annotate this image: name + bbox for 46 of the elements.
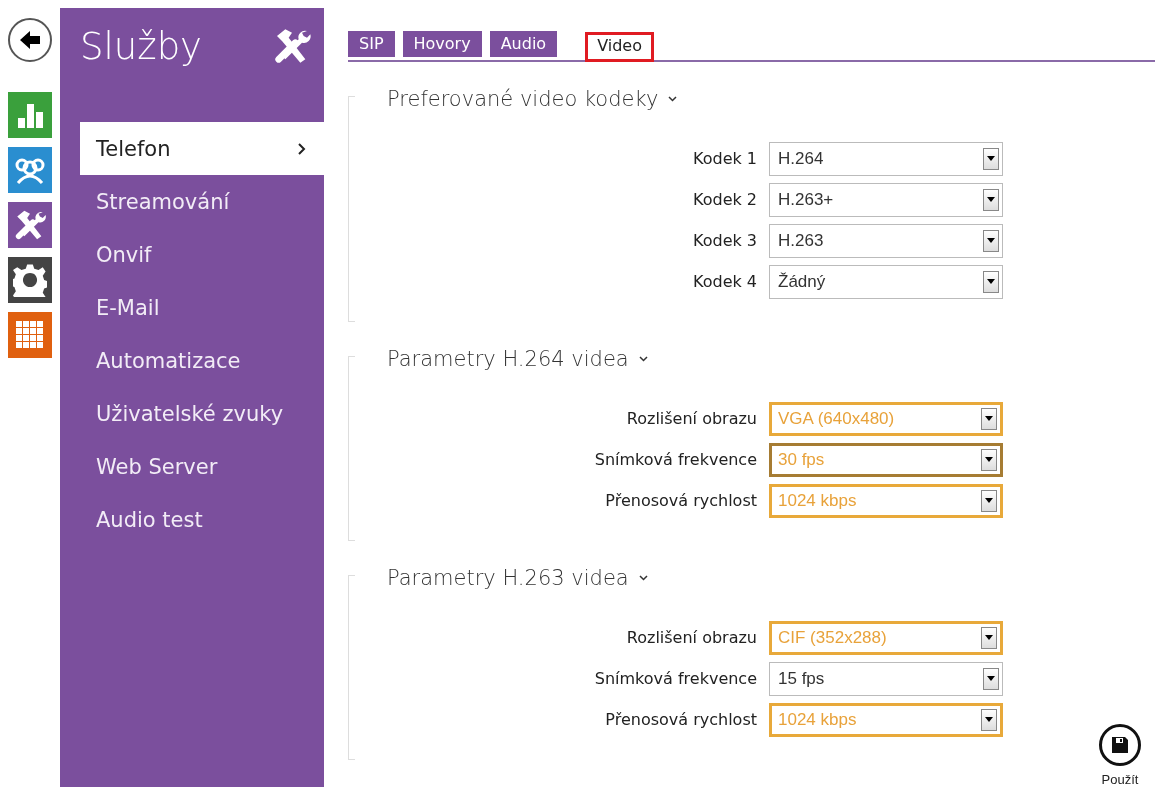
dropdown[interactable]: H.264 <box>769 141 1003 176</box>
menu-item[interactable]: Streamování <box>80 175 324 228</box>
back-arrow-icon <box>18 29 42 51</box>
services-button[interactable] <box>8 202 52 248</box>
field-label: Přenosová rychlost <box>604 491 758 510</box>
field-label: Kodek 4 <box>692 272 758 291</box>
section-title: Parametry H.263 videa <box>387 566 629 590</box>
users-button[interactable] <box>8 147 52 193</box>
grid-icon <box>16 321 44 349</box>
settings-button[interactable] <box>8 257 52 303</box>
field-label: Přenosová rychlost <box>604 710 758 729</box>
field-label: Rozlišení obrazu <box>625 409 758 428</box>
tab[interactable]: Video <box>585 32 654 62</box>
tab[interactable]: Hovory <box>402 31 482 57</box>
field-label: Kodek 1 <box>692 149 758 168</box>
field-label: Snímková frekvence <box>593 450 758 469</box>
field-label: Rozlišení obrazu <box>625 628 758 647</box>
menu-item[interactable]: Web Server <box>80 440 324 493</box>
chevron-down-icon[interactable] <box>668 96 678 102</box>
chevron-down-icon[interactable] <box>638 356 648 362</box>
dropdown[interactable]: H.263+ <box>769 182 1003 217</box>
chevron-down-icon[interactable] <box>638 575 648 581</box>
menu-item[interactable]: Telefon <box>80 122 324 175</box>
menu-item[interactable]: Onvif <box>80 228 324 281</box>
menu-item[interactable]: Automatizace <box>80 334 324 387</box>
section-title: Parametry H.264 videa <box>387 347 629 371</box>
apps-button[interactable] <box>8 312 52 358</box>
back-button[interactable] <box>8 18 52 62</box>
menu-item[interactable]: E-Mail <box>80 281 324 334</box>
field-label: Snímková frekvence <box>593 669 758 688</box>
dropdown[interactable]: H.263 <box>769 223 1003 258</box>
tab[interactable]: SIP <box>348 31 395 57</box>
statistics-button[interactable] <box>8 92 52 138</box>
chevron-right-icon <box>298 142 306 155</box>
field-label: Kodek 3 <box>692 231 758 250</box>
tab[interactable]: Audio <box>489 31 558 57</box>
tools-icon <box>272 26 312 66</box>
menu-item[interactable]: Uživatelské zvuky <box>80 387 324 440</box>
settings-icon <box>13 263 47 297</box>
tools-icon <box>13 208 47 242</box>
dropdown[interactable]: Žádný <box>769 264 1003 299</box>
menu-item[interactable]: Audio test <box>80 493 324 546</box>
section-title: Preferované video kodeky <box>387 87 659 111</box>
sidebar-title: Služby <box>80 24 203 68</box>
field-label: Kodek 2 <box>692 190 758 209</box>
dropdown[interactable]: 15 fps <box>769 661 1003 696</box>
